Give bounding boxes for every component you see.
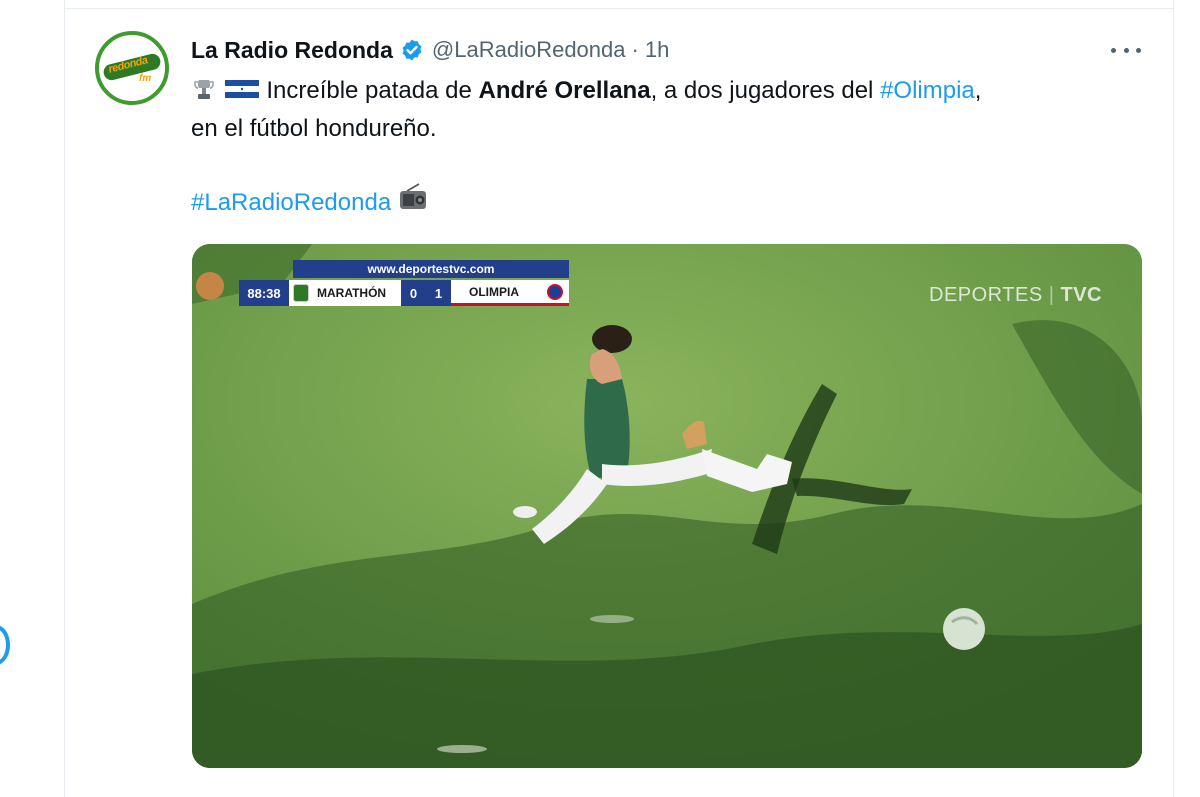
timeline-right-border [1173, 0, 1174, 797]
score: 0 1 [401, 280, 451, 306]
compose-button-edge[interactable] [0, 625, 10, 665]
broadcaster-part2: TVC [1060, 284, 1102, 306]
home-team: MARATHÓN [289, 280, 401, 306]
radio-icon [397, 183, 429, 222]
honduras-flag-icon [224, 76, 260, 111]
tweet-card[interactable]: redonda fm La Radio Redonda @LaRadioRedo… [65, 9, 1173, 797]
scoreboard: 88:38 MARATHÓN 0 1 OLIMPIA [239, 280, 569, 306]
away-team: OLIMPIA [451, 280, 569, 306]
avatar-logo-suffix: fm [139, 73, 152, 84]
marathon-crest-icon [293, 284, 309, 302]
tweet-text-part1: Increíble patada de [259, 77, 479, 104]
player-name: André Orellana [478, 77, 651, 104]
home-team-name: MARATHÓN [317, 286, 387, 300]
tweet-header: La Radio Redonda @LaRadioRedonda · 1h [191, 35, 669, 65]
tweet-text-part3: , [974, 77, 982, 104]
hashtag-olimpia-link[interactable]: #Olimpia [880, 77, 975, 104]
handle[interactable]: @LaRadioRedonda [432, 37, 626, 63]
verified-icon [400, 38, 424, 62]
away-team-name: OLIMPIA [469, 284, 519, 299]
tweet-text-part2: , a dos jugadores del [650, 77, 881, 104]
display-name[interactable]: La Radio Redonda [191, 37, 393, 64]
hashtag-laradioredonda-link[interactable]: #LaRadioRedonda [191, 185, 391, 221]
tweet-text-line2: en el fútbol hondureño. [191, 115, 437, 142]
away-score: 1 [434, 285, 443, 301]
broadcaster-part1: DEPORTES [929, 284, 1043, 306]
separator-dot: · [631, 37, 639, 62]
tweet-text: Increíble patada de André Orellana, a do… [191, 73, 1151, 146]
olimpia-crest-icon [547, 283, 563, 300]
avatar[interactable]: redonda fm [95, 31, 169, 105]
hashtag-line: #LaRadioRedonda [191, 183, 429, 222]
home-score: 0 [409, 285, 418, 301]
broadcaster-watermark: DEPORTES | TVC [929, 284, 1102, 306]
timestamp[interactable]: 1h [645, 37, 669, 63]
trophy-icon [191, 76, 217, 111]
match-clock: 88:38 [239, 280, 289, 306]
more-icon[interactable] [1111, 41, 1141, 59]
video-frame [192, 244, 1142, 768]
scoreboard-url: www.deportestvc.com [293, 260, 569, 278]
tweet-media-video[interactable]: www.deportestvc.com 88:38 MARATHÓN 0 1 O… [192, 244, 1142, 768]
